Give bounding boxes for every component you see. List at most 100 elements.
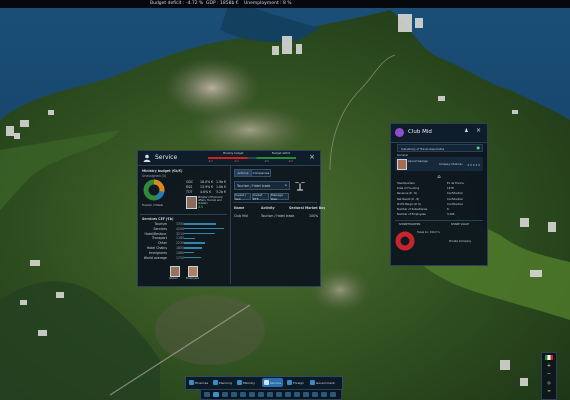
budget-row: TOT 4.6% € 3.2b € xyxy=(186,190,227,194)
share-value-caption: Private Company xyxy=(449,240,472,243)
advisor-avatar[interactable] xyxy=(170,266,180,277)
ministry-budget-title: Ministry budget (€b/€) xyxy=(142,169,183,173)
unemployment-readout: Unemployment : 8 % xyxy=(244,1,292,6)
sector-select[interactable]: Tourism / Hotel trade ▸ xyxy=(234,181,290,190)
service-bar xyxy=(184,237,196,240)
chairman-card[interactable]: Laurel George Company Chairman ★★★★★ xyxy=(395,157,483,171)
company-logo xyxy=(395,128,404,137)
tab-actions[interactable]: Actions xyxy=(234,169,252,177)
column-header-activity: Activity xyxy=(261,206,275,210)
detail-label: Profit Margin (€ %) xyxy=(397,202,422,206)
zoom-in-icon[interactable]: + xyxy=(544,363,554,369)
tab-foreign[interactable]: Foreign xyxy=(287,378,304,387)
budget-gauge xyxy=(208,157,296,159)
ministry-budget-section: Ministry budget (€b/€) Unassigned (0) GD… xyxy=(138,166,229,284)
budget-row: RSS 13.9% € 1.0b € xyxy=(186,185,227,189)
shareholder-caption: Travel Inc. 100.0 % xyxy=(417,231,440,234)
chairman-name: Laurel George xyxy=(408,159,428,163)
person-icon[interactable]: ♟ xyxy=(463,127,470,134)
service-name: Transport xyxy=(152,236,167,241)
tab-finances[interactable]: Finances xyxy=(189,378,208,387)
news-icon[interactable] xyxy=(249,391,255,397)
service-value: 1060 xyxy=(176,250,185,255)
tab-planning[interactable]: Planning xyxy=(213,378,232,387)
law-icon[interactable] xyxy=(267,391,273,397)
pause-icon[interactable] xyxy=(321,391,327,397)
minister-caption: Minister of Economic affairs, Tourism an… xyxy=(198,196,223,205)
calendar-icon[interactable] xyxy=(303,391,309,397)
settings-icon[interactable] xyxy=(294,391,300,397)
service-row: Immigrants 1060 xyxy=(142,251,225,255)
rating-stars: ★★★★★ xyxy=(467,162,481,167)
menu-icon[interactable] xyxy=(330,391,336,397)
divider xyxy=(140,214,227,215)
detail-label: Number of Subsidiaries xyxy=(397,208,428,211)
panel-title: Service xyxy=(155,154,178,161)
service-bar xyxy=(184,232,215,235)
employees-label: Employees xyxy=(186,277,200,280)
detail-label: Net Result (€ - €) xyxy=(397,197,420,201)
layers-icon[interactable]: ≡ xyxy=(544,387,554,393)
service-row: World average 1750 xyxy=(142,256,225,260)
close-icon[interactable]: × xyxy=(308,153,316,161)
compass-icon[interactable]: ◎ xyxy=(544,379,554,385)
detail-label: Headquarters xyxy=(397,182,415,185)
detail-value: 1978 xyxy=(447,187,454,191)
employees-avatar[interactable] xyxy=(188,266,198,277)
foreign-icon xyxy=(287,380,292,385)
status-dot-icon: ● xyxy=(476,145,481,150)
tab-companies[interactable]: Companies xyxy=(251,169,271,177)
main-tab-bar: Finances Planning Ministry Service Forei… xyxy=(185,376,343,390)
share-value-title: SHARE VALUE xyxy=(451,223,469,226)
divider xyxy=(395,220,483,221)
sound-icon[interactable] xyxy=(204,391,210,397)
message-icon[interactable] xyxy=(285,391,291,397)
palm-tree-icon xyxy=(293,178,307,192)
help-icon[interactable] xyxy=(312,391,318,397)
minister-avatar[interactable] xyxy=(186,196,197,209)
tab-service[interactable]: Service xyxy=(262,378,284,387)
manage-risk-button[interactable]: Manage Risk xyxy=(270,193,289,201)
tab-government[interactable]: Government xyxy=(310,378,335,387)
service-name: Immigrants xyxy=(148,250,167,255)
zoom-out-icon[interactable]: − xyxy=(544,371,554,377)
chart-icon[interactable] xyxy=(231,391,237,397)
map-pin-icon[interactable]: ⌂ xyxy=(435,173,443,180)
gauge-value: -0.1 xyxy=(234,160,239,163)
money-icon[interactable] xyxy=(240,391,246,397)
detail-row: Number of Employees 3,290 xyxy=(395,213,483,218)
detail-value: Ex de France xyxy=(447,182,464,185)
donut-caption: Tourism / Hotels xyxy=(142,204,163,207)
service-value: 1180 xyxy=(176,236,185,241)
chairman-avatar xyxy=(397,159,407,170)
tab-ministry[interactable]: Ministry xyxy=(237,378,255,387)
service-bar xyxy=(184,256,201,259)
detail-label: Number of Employees xyxy=(397,213,426,217)
globe-icon[interactable] xyxy=(276,391,282,397)
divider xyxy=(233,202,317,203)
service-bar xyxy=(184,247,202,249)
service-bar xyxy=(184,223,216,225)
gauge-left-label: Ministry budget xyxy=(223,152,244,155)
chevron-right-icon: ▸ xyxy=(285,183,287,187)
close-icon[interactable]: × xyxy=(475,127,482,134)
service-name: Services xyxy=(153,226,167,231)
invest-sell-button[interactable]: Invest / Sell xyxy=(234,193,251,201)
speed-icon[interactable] xyxy=(213,391,219,397)
flag-icon[interactable] xyxy=(545,355,553,360)
service-row: Hotel/Restaur. 3210 xyxy=(142,232,225,236)
service-panel: Service Ministry budget Budget deficit -… xyxy=(137,150,325,287)
detail-value: Confidential xyxy=(447,202,463,206)
people-icon[interactable] xyxy=(222,391,228,397)
invest-etf-button[interactable]: Invest ETF xyxy=(252,193,269,201)
service-bar xyxy=(184,252,195,254)
gdp-readout: GDP : 1858b € xyxy=(206,1,239,6)
detail-value: Confidential xyxy=(447,197,463,201)
column-header-name: Name xyxy=(234,206,245,210)
detail-value: 8 xyxy=(447,208,449,211)
budget-row: GDC 18.0% € 1.9b € xyxy=(186,180,227,184)
gauge-right-label: Budget deficit xyxy=(272,152,291,155)
parent-company-badge[interactable]: Subsidiary of Travel Associates ● xyxy=(397,144,483,152)
building-icon[interactable] xyxy=(258,391,264,397)
table-row[interactable]: Club Mid Tourism / Hotel trade 100% xyxy=(233,213,318,219)
